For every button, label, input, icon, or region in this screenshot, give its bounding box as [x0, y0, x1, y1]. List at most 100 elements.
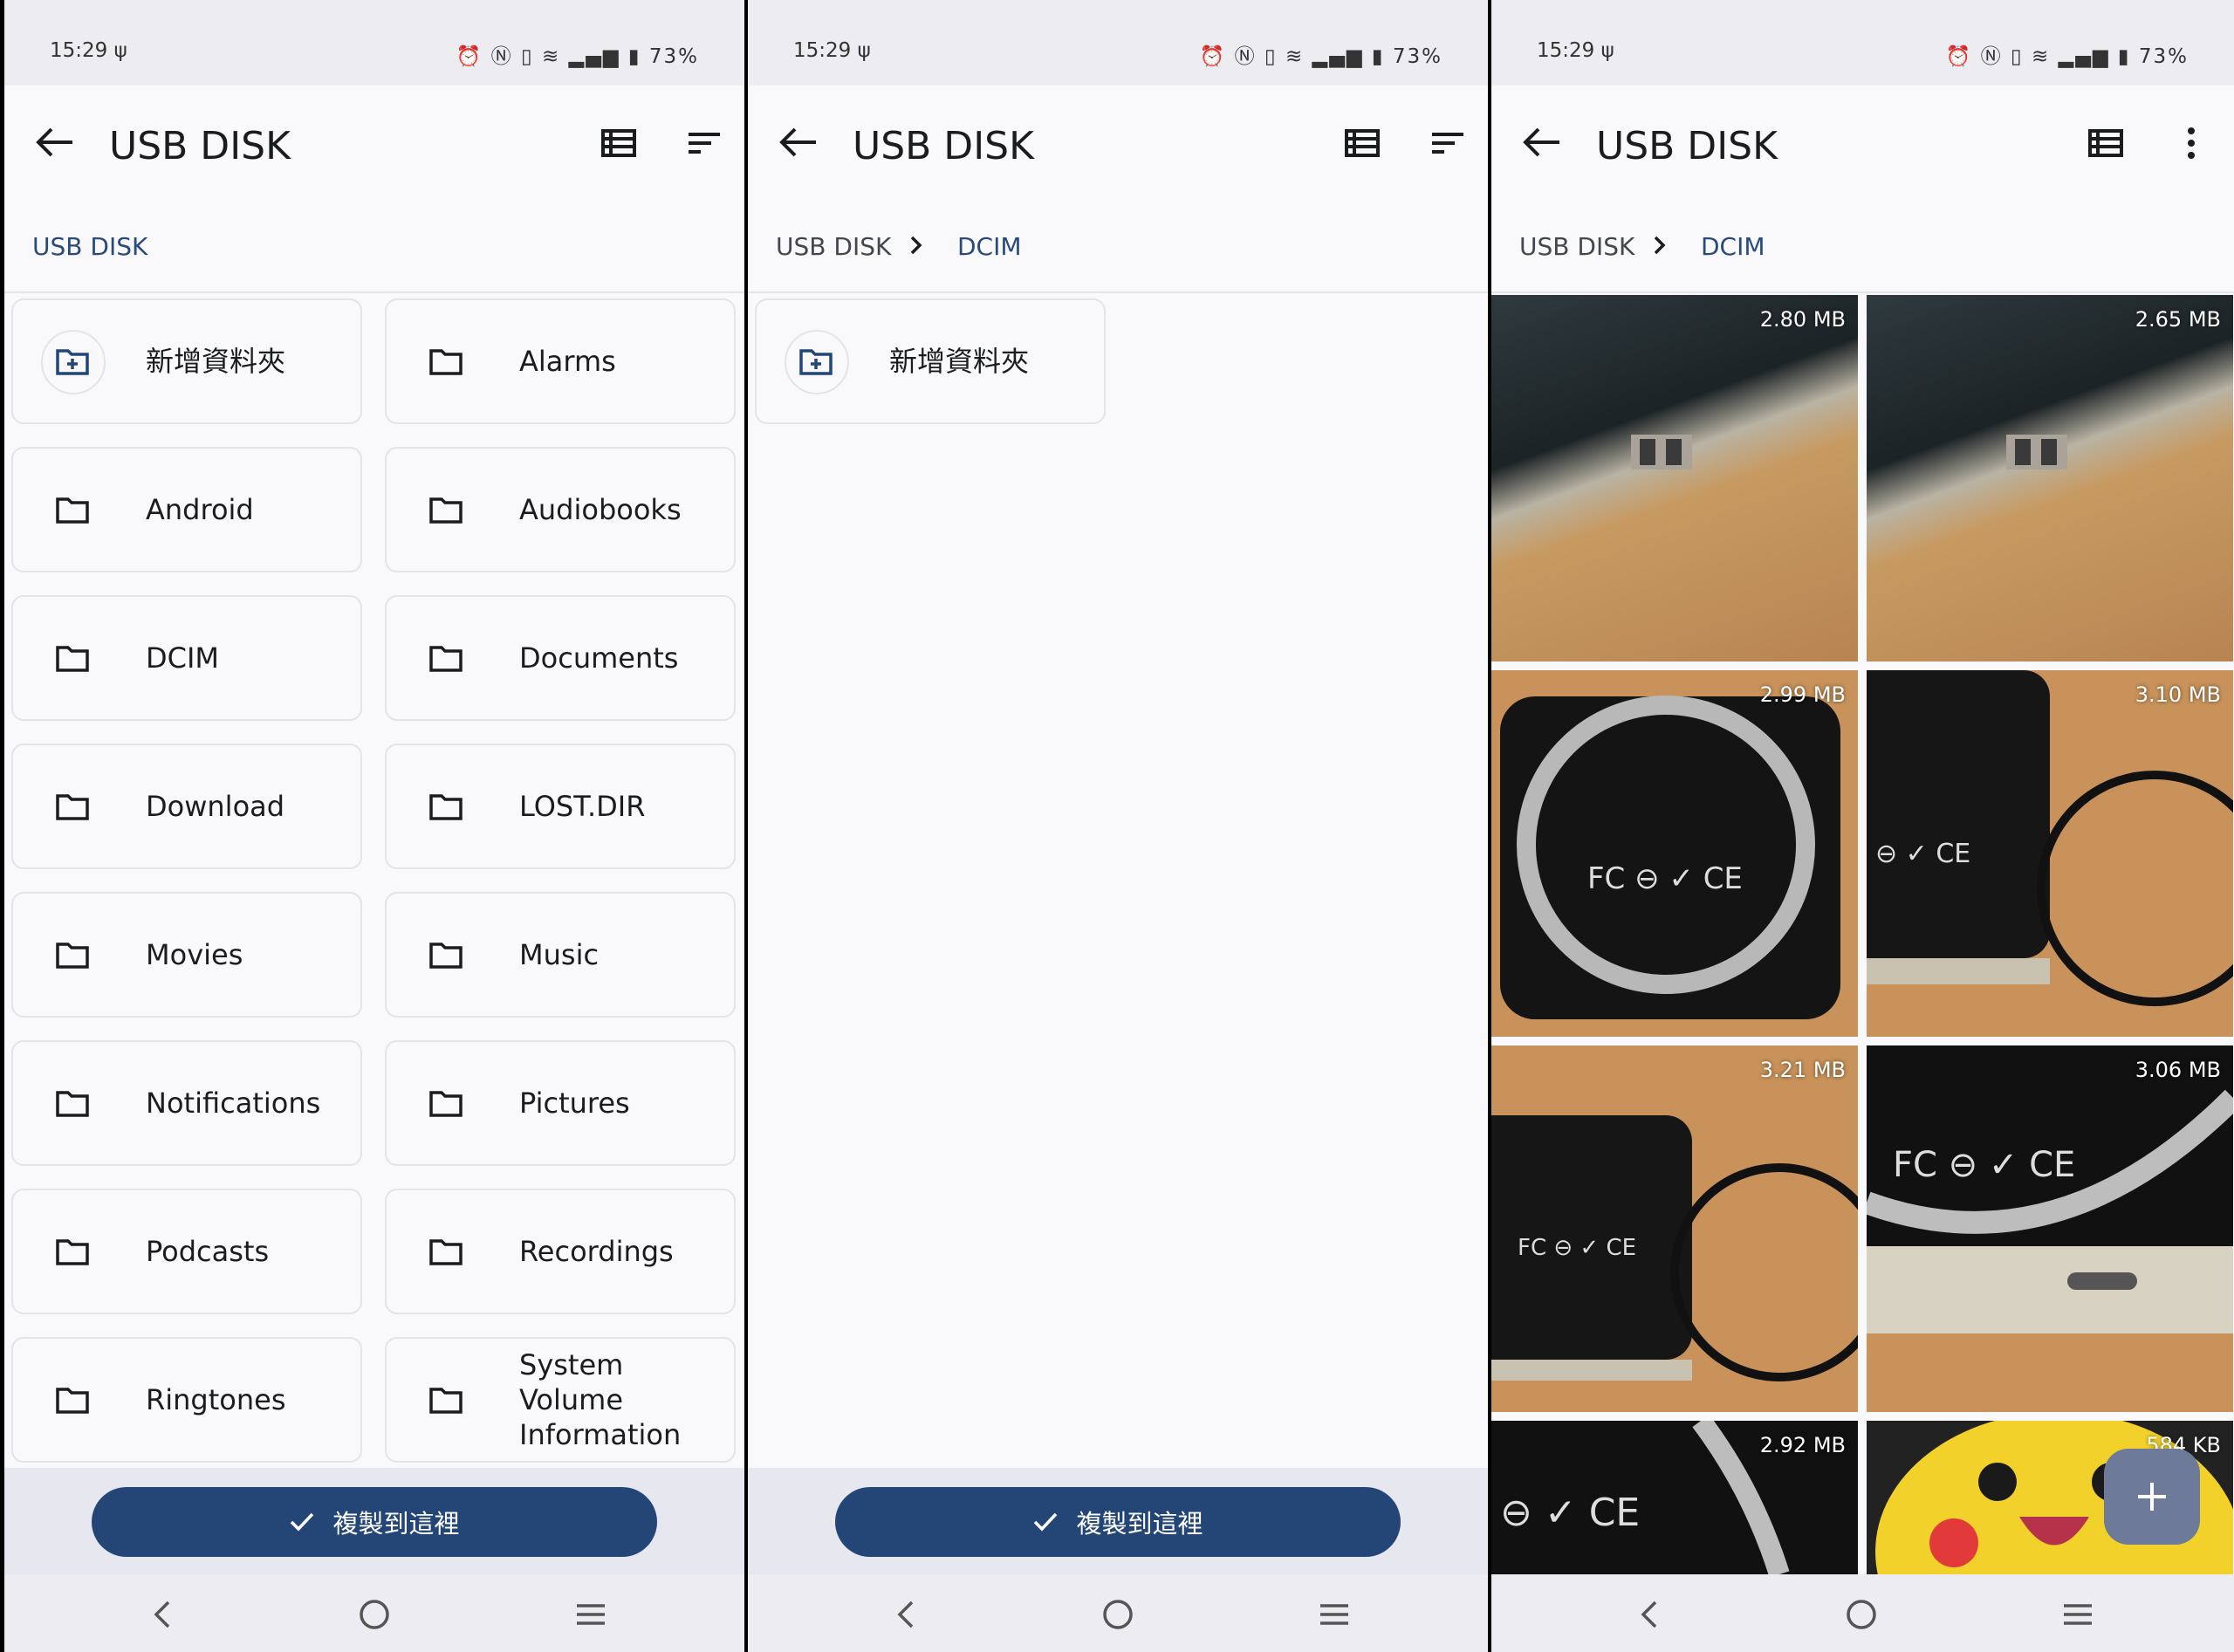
page-title: USB DISK — [853, 124, 1034, 168]
new-folder-icon — [56, 349, 89, 375]
breadcrumb: USB DISK DCIM — [1491, 201, 2234, 293]
svg-text:FC ⊖ ✓ CE: FC ⊖ ✓ CE — [1587, 861, 1743, 896]
tile-label: Music — [519, 938, 600, 971]
list-view-icon[interactable] — [2087, 124, 2125, 162]
nav-recents-icon[interactable] — [2059, 1595, 2097, 1634]
tile-label: Podcasts — [146, 1235, 270, 1268]
tile-label: Movies — [146, 938, 243, 971]
tile-label: LOST.DIR — [519, 790, 646, 823]
panel-dcim-photos: 15:29 ψ ⏰ Ⓝ ▯ ≋ ▂▄▆ ▮ 73% USB DISK USB D… — [1491, 0, 2234, 1652]
breadcrumb-usb-disk[interactable]: USB DISK — [1519, 232, 1634, 261]
file-size-label: 3.21 MB — [1759, 1058, 1846, 1082]
photo-thumbnail[interactable]: 2.65 MB — [1867, 295, 2233, 661]
breadcrumb-usb-disk[interactable]: USB DISK — [32, 232, 147, 261]
photo-thumbnail[interactable]: 2.80 MB — [1491, 295, 1858, 661]
new-folder-tile[interactable]: 新增資料夾 — [11, 298, 362, 424]
file-size-label: 2.80 MB — [1759, 307, 1846, 332]
breadcrumb: USB DISK — [4, 201, 744, 293]
sort-icon[interactable] — [685, 124, 723, 162]
tile-label: Pictures — [519, 1086, 630, 1120]
sort-icon[interactable] — [1429, 124, 1467, 162]
more-options-icon[interactable] — [2172, 124, 2210, 162]
file-size-label: 2.99 MB — [1759, 682, 1846, 707]
photo-image — [2006, 435, 2067, 470]
nav-home-icon[interactable] — [355, 1595, 394, 1634]
folder-movies[interactable]: Movies — [11, 892, 362, 1018]
folder-android[interactable]: Android — [11, 447, 362, 572]
list-view-icon[interactable] — [600, 124, 638, 162]
chevron-right-icon — [1654, 236, 1666, 255]
back-arrow-icon[interactable] — [774, 120, 823, 164]
folder-lost-dir[interactable]: LOST.DIR — [385, 744, 736, 869]
folder-dcim[interactable]: DCIM — [11, 595, 362, 721]
photo-thumbnail[interactable]: FC ⊖ ✓ CE 2.99 MB — [1491, 670, 1858, 1037]
file-size-label: 2.65 MB — [2135, 307, 2221, 332]
list-view-icon[interactable] — [1343, 124, 1381, 162]
folder-documents[interactable]: Documents — [385, 595, 736, 721]
photo-thumbnail[interactable]: FC ⊖ ✓ CE 3.06 MB — [1867, 1045, 2233, 1412]
folder-icon — [429, 1091, 463, 1117]
tile-label: Notifications — [146, 1086, 321, 1120]
app-bar: USB DISK — [748, 86, 1488, 201]
tile-label: DCIM — [146, 641, 220, 675]
nav-back-icon[interactable] — [887, 1595, 926, 1634]
folder-icon — [429, 497, 463, 524]
new-folder-icon — [799, 349, 833, 375]
panel-dcim-empty: 15:29 ψ ⏰ Ⓝ ▯ ≋ ▂▄▆ ▮ 73% USB DISK USB D… — [748, 0, 1488, 1652]
folder-icon — [429, 1239, 463, 1265]
system-nav-bar — [748, 1574, 1488, 1652]
svg-text:FC ⊖ ✓ CE: FC ⊖ ✓ CE — [1518, 1235, 1636, 1261]
folder-icon — [429, 794, 463, 820]
folder-music[interactable]: Music — [385, 892, 736, 1018]
tile-label: Android — [146, 493, 254, 526]
back-arrow-icon[interactable] — [31, 120, 79, 164]
add-fab-button[interactable] — [2104, 1449, 2200, 1545]
folder-notifications[interactable]: Notifications — [11, 1040, 362, 1166]
copy-here-button[interactable]: 複製到這裡 — [92, 1487, 657, 1557]
folder-system-volume-information[interactable]: System Volume Information — [385, 1337, 736, 1463]
back-arrow-icon[interactable] — [1518, 120, 1566, 164]
file-size-label: 2.92 MB — [1759, 1433, 1846, 1457]
nav-recents-icon[interactable] — [1315, 1595, 1353, 1634]
folder-alarms[interactable]: Alarms — [385, 298, 736, 424]
tile-label: Ringtones — [146, 1383, 286, 1416]
battery-percent: 73% — [1392, 45, 1443, 68]
photo-image: ⊖ ✓ CE — [1867, 670, 2233, 1006]
photo-image — [1631, 435, 1692, 470]
folder-icon — [429, 943, 463, 969]
photo-image: FC ⊖ ✓ CE — [1867, 1045, 2233, 1333]
nav-home-icon[interactable] — [1099, 1595, 1137, 1634]
system-nav-bar — [1491, 1574, 2234, 1652]
folder-icon — [56, 1388, 89, 1414]
new-folder-tile[interactable]: 新增資料夾 — [755, 298, 1106, 424]
tile-label: 新增資料夾 — [146, 345, 286, 378]
nav-back-icon[interactable] — [144, 1595, 182, 1634]
breadcrumb-dcim[interactable]: DCIM — [1701, 232, 1765, 261]
photo-thumbnail[interactable]: ⊖ ✓ CE 2.92 MB — [1491, 1421, 1858, 1574]
folder-recordings[interactable]: Recordings — [385, 1189, 736, 1314]
folder-podcasts[interactable]: Podcasts — [11, 1189, 362, 1314]
bottom-action-area: 複製到這裡 — [748, 1468, 1488, 1574]
breadcrumb-dcim[interactable]: DCIM — [957, 232, 1022, 261]
plus-icon — [2138, 1483, 2166, 1511]
page-title: USB DISK — [1596, 124, 1778, 168]
tile-label: Download — [146, 790, 285, 823]
nav-back-icon[interactable] — [1631, 1595, 1669, 1634]
photo-thumbnail[interactable]: FC ⊖ ✓ CE 3.21 MB — [1491, 1045, 1858, 1412]
app-bar: USB DISK — [1491, 86, 2234, 201]
folder-icon — [429, 646, 463, 672]
tile-label: Alarms — [519, 345, 616, 378]
folder-pictures[interactable]: Pictures — [385, 1040, 736, 1166]
folder-icon — [429, 349, 463, 375]
breadcrumb-usb-disk[interactable]: USB DISK — [776, 232, 891, 261]
folder-audiobooks[interactable]: Audiobooks — [385, 447, 736, 572]
status-time: 15:29 ψ — [793, 39, 871, 62]
folder-download[interactable]: Download — [11, 744, 362, 869]
status-icons: ⏰ Ⓝ ▯ ≋ ▂▄▆ ▮ 73% — [1945, 45, 2189, 68]
nav-home-icon[interactable] — [1842, 1595, 1881, 1634]
folder-ringtones[interactable]: Ringtones — [11, 1337, 362, 1463]
copy-here-button[interactable]: 複製到這裡 — [835, 1487, 1401, 1557]
nav-recents-icon[interactable] — [572, 1595, 610, 1634]
photo-thumbnail[interactable]: ⊖ ✓ CE 3.10 MB — [1867, 670, 2233, 1037]
status-bar: 15:29 ψ ⏰ Ⓝ ▯ ≋ ▂▄▆ ▮ 73% — [748, 0, 1488, 86]
